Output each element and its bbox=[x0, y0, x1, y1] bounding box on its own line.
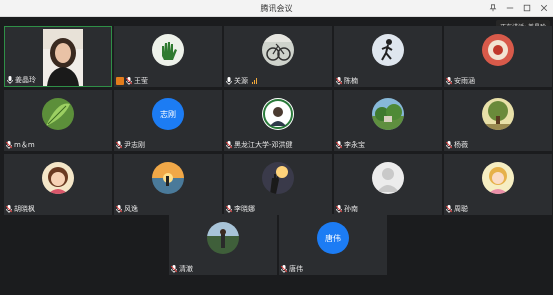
mic-off-icon bbox=[281, 265, 287, 273]
mic-off-icon bbox=[171, 265, 177, 273]
mic-off-icon bbox=[446, 205, 452, 213]
host-badge-icon bbox=[116, 77, 124, 85]
participant-tile[interactable]: 清澈 bbox=[169, 214, 277, 275]
avatar bbox=[262, 34, 294, 66]
participant-tile[interactable]: 王莹 bbox=[114, 26, 222, 87]
participant-tile[interactable]: 陈楠 bbox=[334, 26, 442, 87]
participant-name: 姜晶玲 bbox=[15, 76, 36, 84]
participant-name: 风逸 bbox=[124, 205, 138, 213]
avatar bbox=[372, 98, 404, 130]
avatar bbox=[42, 98, 74, 130]
mic-off-icon bbox=[336, 77, 342, 85]
restore-icon[interactable] bbox=[521, 2, 532, 13]
participant-tile[interactable]: 关源 bbox=[224, 26, 332, 87]
mic-off-icon bbox=[116, 205, 122, 213]
mic-off-icon bbox=[226, 141, 232, 149]
participant-tile[interactable]: 风逸 bbox=[114, 154, 222, 215]
participant-nameplate: 清澈 bbox=[171, 264, 193, 274]
participant-tile[interactable]: 李晓娜 bbox=[224, 154, 332, 215]
participant-nameplate: 风逸 bbox=[116, 204, 138, 214]
mic-off-icon bbox=[226, 205, 232, 213]
participant-tile[interactable]: 李永宝 bbox=[334, 90, 442, 151]
participant-name: 唐伟 bbox=[289, 265, 303, 273]
pin-icon[interactable] bbox=[487, 2, 498, 13]
mic-on-icon bbox=[226, 77, 232, 85]
avatar: 志刚 bbox=[152, 98, 184, 130]
participant-name: m＆m bbox=[14, 141, 35, 149]
participant-nameplate: 陈楠 bbox=[336, 76, 358, 86]
mic-off-icon bbox=[6, 205, 12, 213]
participant-name: 胡晓枫 bbox=[14, 205, 35, 213]
participant-nameplate: 胡晓枫 bbox=[6, 204, 35, 214]
participant-name: 陈楠 bbox=[344, 77, 358, 85]
participant-nameplate: 安雨涵 bbox=[446, 76, 475, 86]
video-grid: 正在讲话: 姜晶玲 姜晶玲 王莹 bbox=[0, 17, 553, 295]
participant-tile[interactable]: 唐伟 唐伟 bbox=[279, 214, 387, 275]
participant-video bbox=[43, 29, 83, 86]
participant-nameplate: 李晓娜 bbox=[226, 204, 255, 214]
participant-name: 周聪 bbox=[454, 205, 468, 213]
avatar bbox=[207, 222, 239, 254]
avatar bbox=[262, 98, 294, 130]
participant-name: 关源 bbox=[234, 77, 248, 85]
close-icon[interactable] bbox=[538, 2, 549, 13]
participant-name: 李晓娜 bbox=[234, 205, 255, 213]
participant-name: 清澈 bbox=[179, 265, 193, 273]
signal-strength-icon bbox=[252, 78, 257, 84]
participant-nameplate: 王莹 bbox=[116, 76, 148, 86]
participant-name: 黑龙江大学-邓洪健 bbox=[234, 141, 293, 149]
avatar bbox=[42, 162, 74, 194]
mic-off-icon bbox=[446, 77, 452, 85]
avatar bbox=[372, 162, 404, 194]
participant-name: 孙南 bbox=[344, 205, 358, 213]
mic-off-icon bbox=[446, 141, 452, 149]
participant-name: 杨薇 bbox=[454, 141, 468, 149]
title-bar: 腾讯会议 bbox=[0, 0, 553, 17]
avatar bbox=[262, 162, 294, 194]
mic-off-icon bbox=[336, 141, 342, 149]
mic-off-icon bbox=[336, 205, 342, 213]
minimize-icon[interactable] bbox=[504, 2, 515, 13]
participant-nameplate: 尹志刚 bbox=[116, 140, 145, 150]
participant-tile[interactable]: 志刚 尹志刚 bbox=[114, 90, 222, 151]
participant-name: 王莹 bbox=[134, 77, 148, 85]
participant-nameplate: 杨薇 bbox=[446, 140, 468, 150]
avatar bbox=[152, 34, 184, 66]
participant-nameplate: 周聪 bbox=[446, 204, 468, 214]
window-controls bbox=[487, 2, 549, 13]
participant-nameplate: 孙南 bbox=[336, 204, 358, 214]
participant-tile[interactable]: 周聪 bbox=[444, 154, 552, 215]
participant-nameplate: 李永宝 bbox=[336, 140, 365, 150]
participant-nameplate: 黑龙江大学-邓洪健 bbox=[226, 140, 293, 150]
participant-name: 李永宝 bbox=[344, 141, 365, 149]
participant-name: 安雨涵 bbox=[454, 77, 475, 85]
participant-nameplate: 唐伟 bbox=[281, 264, 303, 274]
avatar bbox=[152, 162, 184, 194]
participant-tile[interactable]: 姜晶玲 bbox=[4, 26, 112, 87]
avatar bbox=[482, 34, 514, 66]
participant-nameplate: m＆m bbox=[6, 140, 35, 150]
participant-nameplate: 姜晶玲 bbox=[7, 75, 36, 85]
mic-on-icon bbox=[7, 76, 13, 84]
window-title: 腾讯会议 bbox=[260, 4, 293, 13]
participant-tile[interactable]: 杨薇 bbox=[444, 90, 552, 151]
participant-tile[interactable]: m＆m bbox=[4, 90, 112, 151]
participant-nameplate: 关源 bbox=[226, 76, 257, 86]
participant-tile[interactable]: 黑龙江大学-邓洪健 bbox=[224, 90, 332, 151]
mic-off-icon bbox=[116, 141, 122, 149]
participant-name: 尹志刚 bbox=[124, 141, 145, 149]
participant-tile[interactable]: 安雨涵 bbox=[444, 26, 552, 87]
mic-off-icon bbox=[126, 77, 132, 85]
avatar bbox=[482, 162, 514, 194]
mic-off-icon bbox=[6, 141, 12, 149]
participant-tile[interactable]: 胡晓枫 bbox=[4, 154, 112, 215]
avatar bbox=[372, 34, 404, 66]
avatar bbox=[482, 98, 514, 130]
avatar: 唐伟 bbox=[317, 222, 349, 254]
participant-tile[interactable]: 孙南 bbox=[334, 154, 442, 215]
